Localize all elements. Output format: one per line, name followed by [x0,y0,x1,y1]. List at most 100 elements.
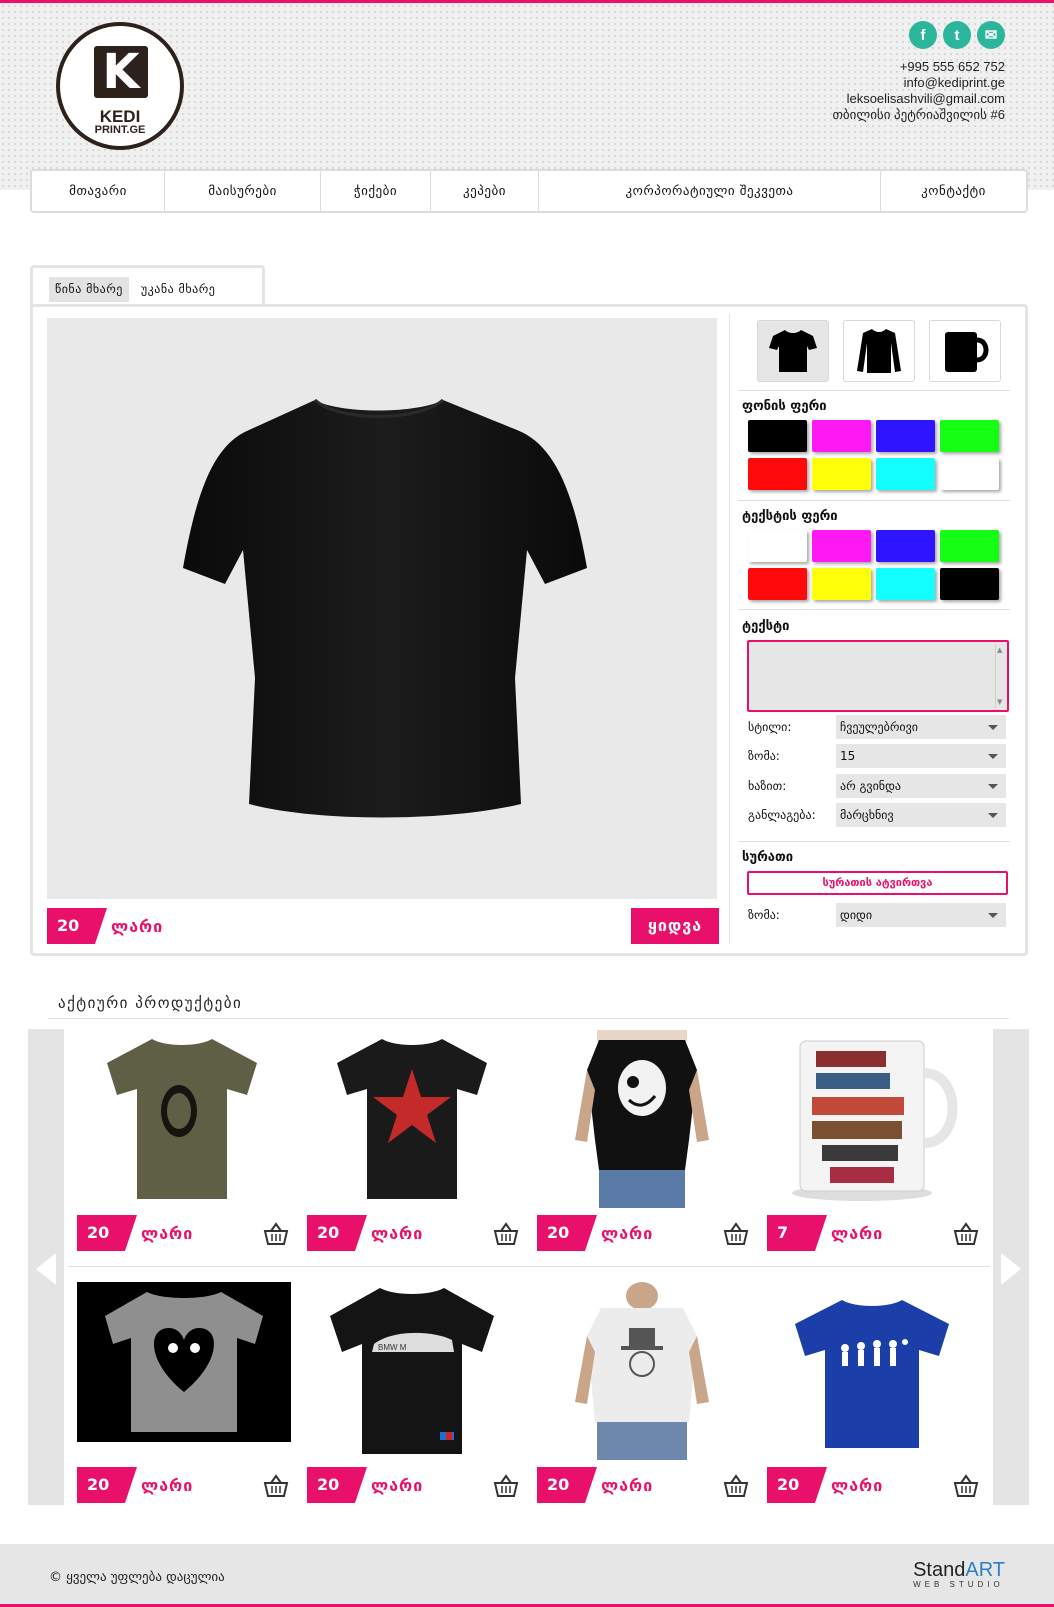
nav-item-caps[interactable]: კეპები [431,171,539,211]
product-image[interactable] [544,1282,740,1460]
studio-logo-sub: WEB STUDIO [913,1580,1004,1589]
product-image[interactable] [774,1030,970,1208]
studio-logo-name: StandART [913,1560,1005,1580]
longsleeve-icon [857,329,901,373]
chevron-down-icon [988,754,998,759]
product-image[interactable]: BMW M [314,1282,510,1460]
product-card[interactable]: 7 ლარი [764,1030,979,1282]
divider [738,390,1010,391]
active-products-title: აქტიური პროდუქტები [58,994,243,1012]
product-image[interactable] [774,1282,970,1460]
cart-icon[interactable] [263,1474,289,1498]
cart-icon[interactable] [953,1474,979,1498]
nav-item-home[interactable]: მთავარი [32,171,165,211]
size-label: ზომა: [748,749,780,763]
chevron-down-icon [988,725,998,730]
bg-swatch-white[interactable] [940,458,999,490]
facebook-icon[interactable]: f [909,21,937,49]
text-swatch-red[interactable] [748,568,807,600]
cart-icon[interactable] [953,1222,979,1246]
text-swatch-green[interactable] [940,530,999,562]
product-price: 20 ლარი [77,1215,193,1251]
studio-logo-part-2: ART [965,1559,1005,1581]
contact-email-2[interactable]: leksoelisashvili@gmail.com [832,91,1005,107]
product-card[interactable]: 20 ლარი [764,1282,979,1534]
studio-logo[interactable]: StandART WEB STUDIO [913,1560,1005,1590]
alignment-select[interactable]: მარცხნივ [836,803,1006,827]
twitter-icon[interactable]: t [943,21,971,49]
divider [738,609,1010,610]
product-price-currency: ლარი [601,1475,654,1495]
text-swatch-white[interactable] [748,530,807,562]
cart-icon[interactable] [723,1222,749,1246]
product-price: 7 ლარი [767,1215,883,1251]
product-image[interactable] [314,1030,510,1208]
black-star-tshirt-image [337,1039,487,1199]
product-type-tshirt[interactable] [757,320,829,382]
product-card[interactable]: 20 ლარი [74,1282,291,1534]
upload-image-button[interactable]: სურათის ატვირთვა [747,871,1008,895]
bg-swatch-green[interactable] [940,420,999,452]
nav-item-contact[interactable]: კონტაქტი [881,171,1026,211]
product-price-currency: ლარი [371,1223,424,1243]
carousel-next[interactable] [993,1029,1029,1505]
product-image[interactable] [544,1030,740,1208]
product-price: 20 ლარი [767,1467,883,1503]
contact-email-1[interactable]: info@kediprint.ge [832,75,1005,91]
tshirt-preview [183,398,587,818]
cart-icon[interactable] [493,1474,519,1498]
product-image[interactable] [77,1282,291,1442]
bg-swatch-black[interactable] [748,420,807,452]
image-size-select-value: დიდი [840,908,873,922]
logo-line1: KEDI [99,107,141,126]
bg-swatch-yellow[interactable] [812,458,871,490]
textarea-scrollbar[interactable]: ▲ ▼ [995,644,1005,708]
underline-select[interactable]: არ გვინდა [836,774,1006,798]
product-type-mug[interactable] [929,320,1001,382]
cart-icon[interactable] [723,1474,749,1498]
contact-address: თბილისი პეტრიაშვილის #6 [832,107,1005,122]
cart-icon[interactable] [263,1222,289,1246]
bg-swatch-red[interactable] [748,458,807,490]
product-card[interactable]: 20 ლარი [534,1282,749,1534]
bg-swatch-cyan[interactable] [876,458,935,490]
cart-icon[interactable] [493,1222,519,1246]
nav-item-corporate[interactable]: კორპორატიული შეკვეთა [539,171,881,211]
heart-tshirt-image [77,1282,291,1442]
nav-item-mugs[interactable]: ჭიქები [321,171,431,211]
product-price-value: 20 [537,1467,597,1503]
tab-front[interactable]: წინა მხარე [49,277,129,302]
product-type-longsleeve[interactable] [843,320,915,382]
text-color-title: ტექსტის ფერი [742,509,838,524]
product-price: 20 ლარი [77,1467,193,1503]
product-card[interactable]: BMW M 20 ლარი [304,1282,519,1534]
product-price: 20 ლარი [307,1215,423,1251]
nav-item-tshirts[interactable]: მაისურები [165,171,321,211]
design-canvas[interactable] [47,318,717,899]
product-price-value: 20 [767,1467,827,1503]
logo[interactable]: K KEDI PRINT.GE [56,22,184,150]
carousel-prev[interactable] [28,1029,64,1505]
product-price-value: 20 [307,1467,367,1503]
text-swatch-cyan[interactable] [876,568,935,600]
product-card[interactable]: 20 ლარი [304,1030,519,1282]
style-select[interactable]: ჩვეულებრივი [836,715,1006,739]
hat-tshirt-image [575,1282,709,1460]
tab-back[interactable]: უკანა მხარე [135,277,221,302]
text-swatch-blue[interactable] [876,530,935,562]
product-card[interactable]: 20 ლარი [534,1030,749,1282]
text-input[interactable]: ▲ ▼ [747,640,1009,712]
mail-icon[interactable]: ✉ [977,21,1005,49]
text-swatch-yellow[interactable] [812,568,871,600]
product-image[interactable] [84,1030,280,1208]
arrow-left-icon [36,1253,56,1285]
size-select[interactable]: 15 [836,744,1006,768]
product-card[interactable]: 20 ლარი [74,1030,289,1282]
bg-swatch-blue[interactable] [876,420,935,452]
image-size-select[interactable]: დიდი [836,903,1006,927]
svg-text:BMW M: BMW M [378,1343,407,1352]
text-swatch-black[interactable] [940,568,999,600]
text-swatch-magenta[interactable] [812,530,871,562]
buy-button[interactable]: ყიდვა [631,908,719,944]
bg-swatch-magenta[interactable] [812,420,871,452]
